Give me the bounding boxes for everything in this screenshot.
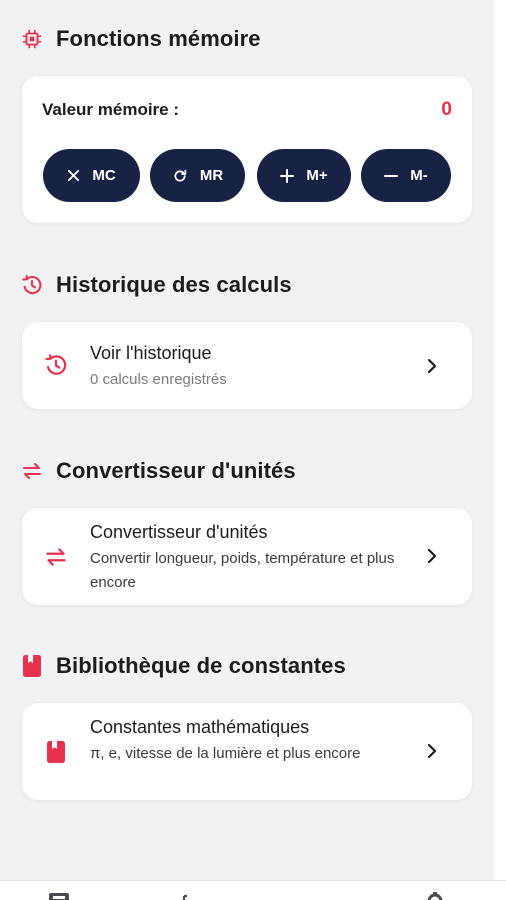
- constants-item-subtitle: π, e, vitesse de la lumière et plus enco…: [90, 745, 361, 762]
- constants-item-title: Constantes mathématiques: [90, 717, 310, 737]
- memory-recall-label: MR: [199, 167, 224, 184]
- memory-value: 0: [441, 99, 452, 120]
- close-icon: [67, 169, 80, 182]
- gear-icon[interactable]: [424, 889, 446, 900]
- chevron-right-icon: [424, 358, 440, 374]
- chevron-right-icon: [424, 743, 440, 759]
- swap-icon: [42, 543, 70, 571]
- chevron-right-icon: [424, 548, 440, 564]
- converter-card[interactable]: Convertisseur d'unités Convertir longueu…: [22, 508, 472, 605]
- refresh-icon: [172, 168, 188, 184]
- history-icon: [42, 351, 70, 379]
- memory-clear-label: MC: [92, 167, 116, 184]
- bottom-navigation: [0, 880, 506, 900]
- memory-card: Valeur mémoire : 0 MC MR M+ M-: [22, 76, 472, 223]
- book-icon: [20, 654, 44, 678]
- swap-icon: [20, 459, 44, 483]
- converter-item-subtitle: Convertir longueur, poids, température e…: [90, 550, 395, 591]
- constants-section-header: Bibliothèque de constantes: [20, 653, 346, 679]
- history-section-header: Historique des calculs: [20, 272, 292, 298]
- memory-section-title: Fonctions mémoire: [56, 26, 261, 51]
- scrollbar[interactable]: [494, 0, 506, 880]
- memory-subtract-label: M-: [410, 167, 428, 184]
- settings-screen: Fonctions mémoire Valeur mémoire : 0 MC …: [0, 0, 494, 900]
- chip-icon: [20, 27, 44, 51]
- history-card[interactable]: Voir l'historique 0 calculs enregistrés: [22, 322, 472, 409]
- memory-add-button[interactable]: M+: [257, 149, 351, 202]
- calculator-icon[interactable]: [48, 889, 70, 900]
- chart-icon[interactable]: [298, 889, 320, 900]
- memory-section-header: Fonctions mémoire: [20, 26, 261, 52]
- plus-icon: [280, 168, 295, 183]
- history-item-title: Voir l'historique: [90, 343, 212, 363]
- memory-recall-button[interactable]: MR: [150, 149, 245, 202]
- history-item-subtitle: 0 calculs enregistrés: [90, 371, 227, 388]
- converter-section-header: Convertisseur d'unités: [20, 458, 296, 484]
- constants-card[interactable]: Constantes mathématiques π, e, vitesse d…: [22, 703, 472, 800]
- memory-clear-button[interactable]: MC: [43, 149, 140, 202]
- memory-add-label: M+: [306, 167, 328, 184]
- memory-value-label: Valeur mémoire :: [42, 100, 180, 119]
- minus-icon: [384, 169, 399, 183]
- history-icon: [20, 273, 44, 297]
- memory-subtract-button[interactable]: M-: [361, 149, 451, 202]
- converter-section-title: Convertisseur d'unités: [56, 458, 296, 483]
- function-icon[interactable]: [176, 889, 198, 900]
- converter-item-title: Convertisseur d'unités: [90, 522, 268, 542]
- book-icon: [42, 738, 70, 766]
- constants-section-title: Bibliothèque de constantes: [56, 653, 346, 678]
- history-section-title: Historique des calculs: [56, 272, 292, 297]
